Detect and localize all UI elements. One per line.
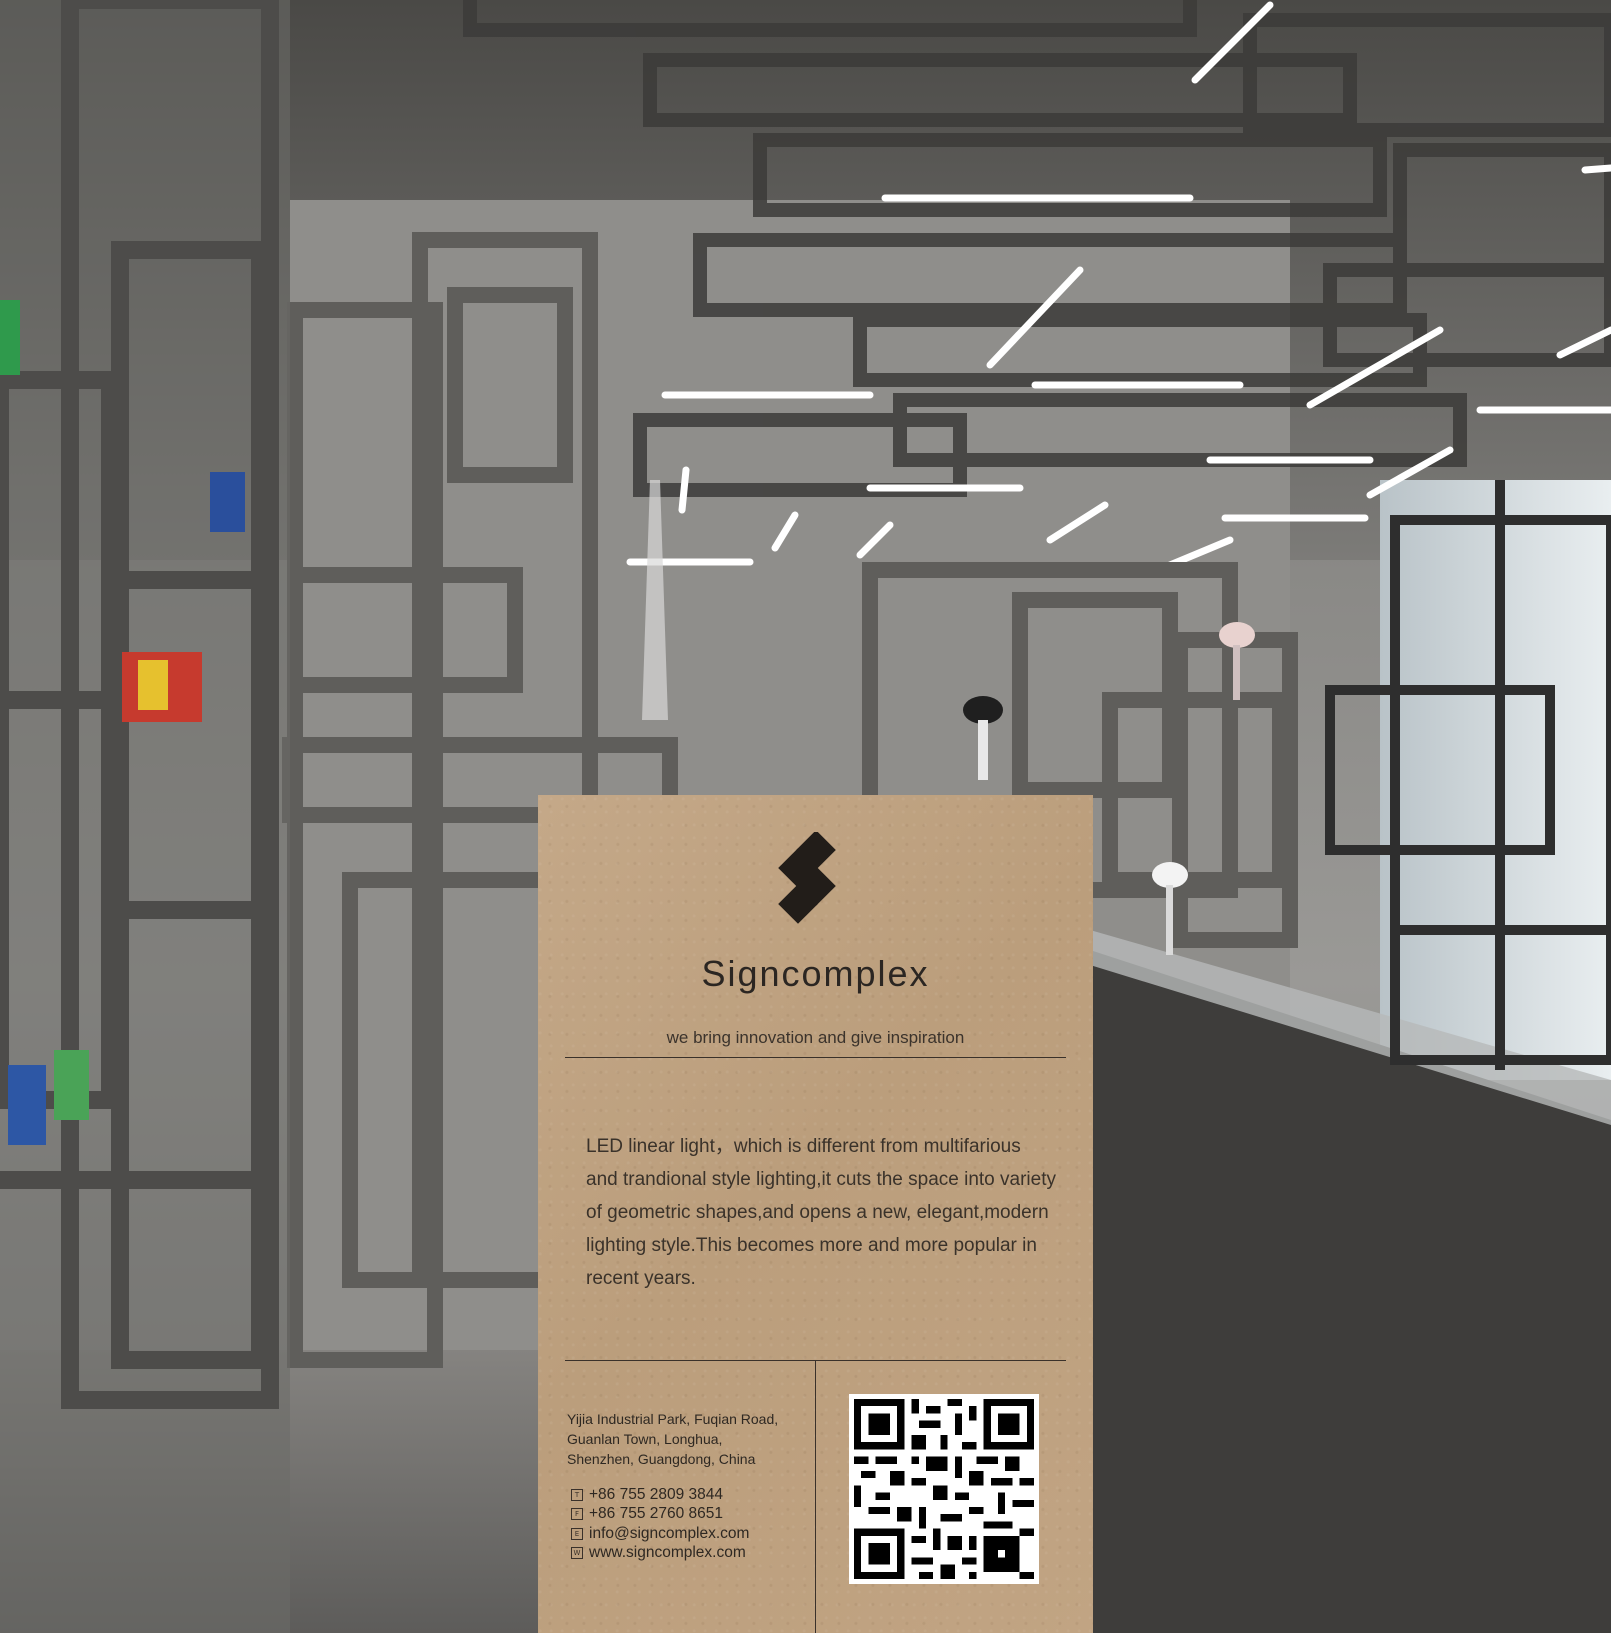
contact-fax[interactable]: F +86 755 2760 8651 xyxy=(567,1505,749,1525)
divider-top xyxy=(565,1057,1066,1058)
brand-name: Signcomplex xyxy=(701,953,930,994)
contact-phone[interactable]: T +86 755 2809 3844 xyxy=(567,1485,749,1505)
contact-list: T +86 755 2809 3844 F +86 755 2760 8651 … xyxy=(567,1485,749,1563)
company-address: Yijia Industrial Park, Fuqian Road, Guan… xyxy=(567,1411,779,1467)
website-url: www.signcomplex.com xyxy=(589,1544,746,1562)
contact-email[interactable]: E info@signcomplex.com xyxy=(567,1524,749,1544)
tagline: we bring innovation and give inspiration xyxy=(666,1028,965,1047)
contact-card: Signcomplex we bring innovation and give… xyxy=(538,795,1093,1633)
phone-icon: T xyxy=(571,1488,583,1501)
phone-number: +86 755 2809 3844 xyxy=(589,1485,724,1503)
divider-vertical xyxy=(815,1360,816,1633)
qr-code[interactable] xyxy=(849,1394,1039,1584)
contact-website[interactable]: W www.signcomplex.com xyxy=(567,1544,749,1564)
fax-icon: F xyxy=(571,1508,583,1521)
website-icon: W xyxy=(571,1547,583,1560)
email-address: info@signcomplex.com xyxy=(589,1524,750,1542)
qr-code-icon xyxy=(854,1399,1034,1579)
fax-number: +86 755 2760 8651 xyxy=(589,1505,724,1523)
email-icon: E xyxy=(571,1527,583,1540)
product-description: LED linear light，which is different from… xyxy=(586,1136,1056,1289)
signcomplex-logo-icon xyxy=(778,832,836,924)
